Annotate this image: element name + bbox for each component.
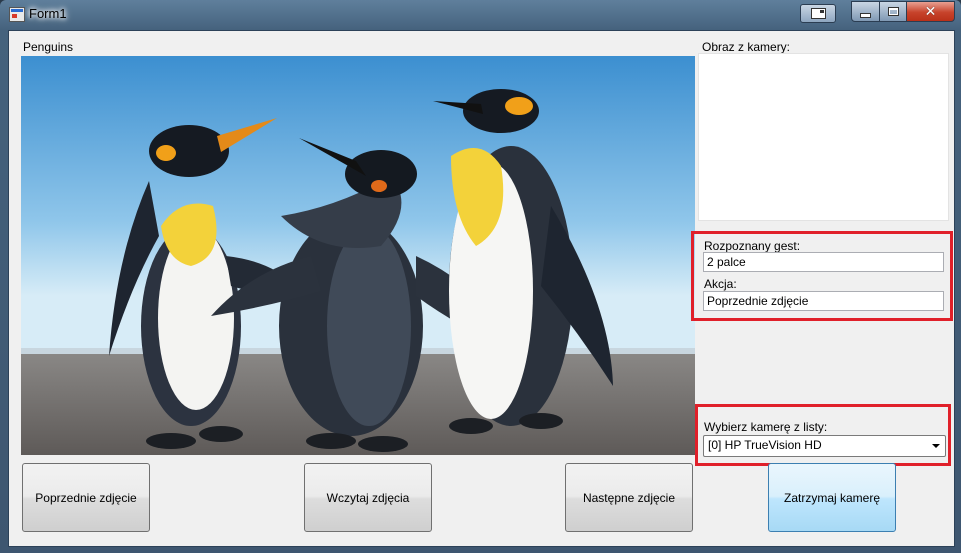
chevron-down-icon[interactable] [932,444,940,448]
window-title: Form1 [29,6,67,21]
penguins-photo [21,56,695,455]
action-label: Akcja: [704,277,737,291]
window-list-icon [810,8,826,19]
picture-box [21,56,695,455]
choose-camera-label: Wybierz kamerę z listy: [704,420,828,434]
maximize-icon [887,7,899,16]
minimize-icon [860,12,871,18]
stop-camera-button[interactable]: Zatrzymaj kamerę [768,463,896,532]
close-button[interactable]: ✕ [906,1,955,22]
close-icon: ✕ [924,3,937,20]
picture-name-label: Penguins [23,40,74,54]
camera-select[interactable]: [0] HP TrueVision HD [703,435,946,457]
form-client-area: Penguins Obraz z kamery: Rozpoznany gest… [8,30,955,547]
form-icon[interactable] [9,7,25,22]
window: Form1 ✕ Penguins Obraz z kamery: Rozpozn… [0,0,961,553]
action-value-field[interactable]: Poprzednie zdjęcie [703,291,944,311]
window-list-button[interactable] [800,4,836,23]
minimize-button[interactable] [851,1,880,22]
gesture-value-field[interactable]: 2 palce [703,252,944,272]
previous-photo-button[interactable]: Poprzednie zdjęcie [22,463,150,532]
next-photo-button[interactable]: Następne zdjęcie [565,463,693,532]
camera-select-value: [0] HP TrueVision HD [708,438,822,452]
load-photos-button[interactable]: Wczytaj zdjęcia [304,463,432,532]
camera-preview [698,53,949,221]
title-bar[interactable]: Form1 ✕ [0,0,961,28]
camera-image-label: Obraz z kamery: [702,40,791,54]
maximize-button[interactable] [879,1,907,22]
recognized-gesture-label: Rozpoznany gest: [704,239,801,253]
